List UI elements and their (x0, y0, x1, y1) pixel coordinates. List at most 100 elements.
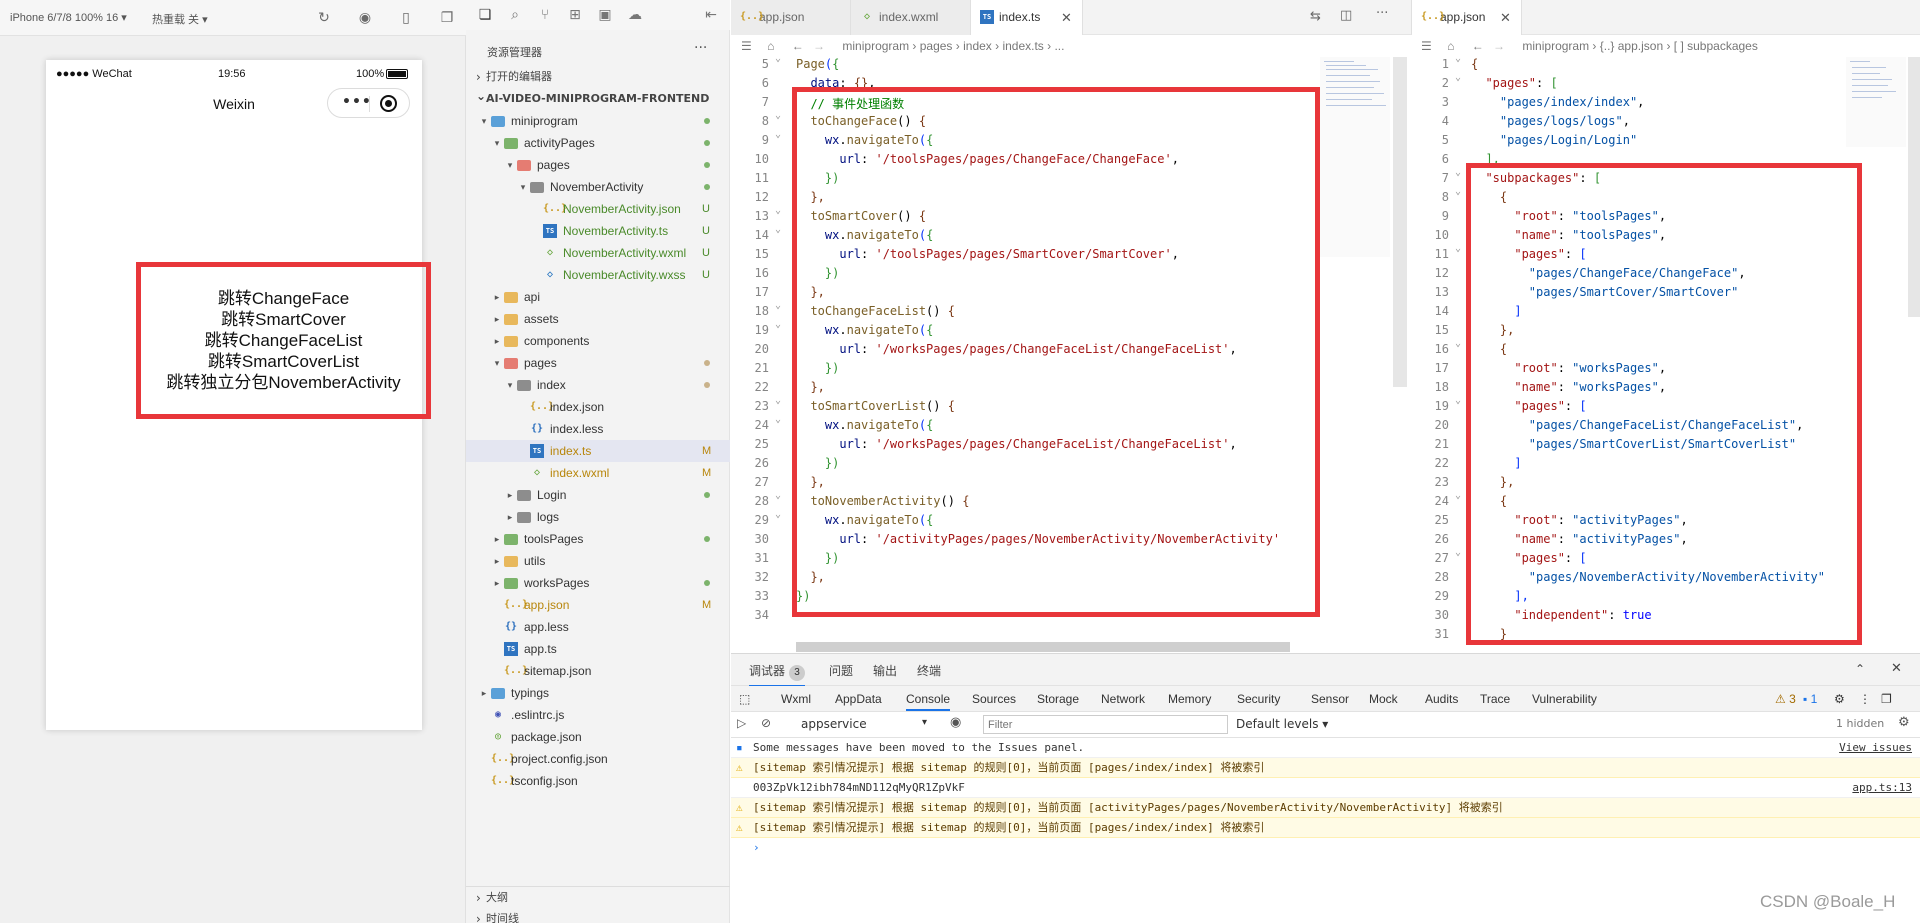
clear-console-icon[interactable]: ⊘ (761, 716, 771, 730)
tree-file[interactable]: {} app.less (466, 616, 730, 638)
forward-icon[interactable]: → (1493, 39, 1505, 53)
tree-folder[interactable]: ▸ api (466, 286, 730, 308)
fold-chevron-icon[interactable]: ⌄ (1455, 490, 1461, 501)
panel-tab-mock[interactable]: Mock (1369, 692, 1398, 706)
stop-icon[interactable]: ◉ (355, 8, 375, 28)
devtools-top-tab[interactable]: 问题 (829, 662, 853, 679)
tree-folder[interactable]: ▾ NovemberActivity (466, 176, 730, 198)
chevron-right-icon[interactable]: ▸ (492, 550, 502, 572)
open-editors-section[interactable]: 打开的编辑器 (466, 66, 730, 88)
tree-file[interactable]: {..} tsconfig.json (466, 770, 730, 792)
link-change-face[interactable]: 跳转ChangeFace (141, 288, 426, 309)
editor2-minimap[interactable] (1846, 57, 1906, 147)
window-icon[interactable]: ❐ (437, 8, 457, 28)
fold-chevron-icon[interactable]: ⌄ (1455, 57, 1461, 64)
bookmark-icon[interactable]: ⌂ (1447, 39, 1454, 53)
tree-file[interactable]: {..} sitemap.json (466, 660, 730, 682)
extensions-icon[interactable]: ⊞ (566, 6, 584, 24)
panel-tab-trace[interactable]: Trace (1480, 692, 1510, 706)
editor1-minimap[interactable] (1320, 57, 1390, 257)
link-smart-cover-list[interactable]: 跳转SmartCoverList (141, 351, 426, 372)
close-circle-icon[interactable] (380, 95, 397, 112)
panel-tab-network[interactable]: Network (1101, 692, 1145, 706)
panel-tab-appdata[interactable]: AppData (835, 692, 882, 706)
devtools-top-tab[interactable]: 调试器 3 (749, 662, 806, 687)
refresh-icon[interactable]: ↻ (314, 8, 334, 28)
editor1-hscrollbar[interactable] (796, 642, 1290, 652)
panel-tab-storage[interactable]: Storage (1037, 692, 1079, 706)
panel-tab-sources[interactable]: Sources (972, 692, 1016, 706)
outline-section[interactable]: 大纲 (466, 886, 730, 909)
tree-file[interactable]: ◇ NovemberActivity.wxss U (466, 264, 730, 286)
bookmark-icon[interactable]: ⌂ (767, 39, 774, 53)
info-count[interactable]: ▪ 1 (1803, 692, 1817, 706)
tree-file[interactable]: {..} index.json (466, 396, 730, 418)
chevron-down-icon[interactable]: ▾ (505, 154, 515, 176)
console-source-link[interactable]: app.ts:13 (1852, 778, 1912, 798)
chevron-right-icon[interactable]: ▸ (505, 506, 515, 528)
chevron-down-icon[interactable]: ▾ (479, 110, 489, 132)
sidebar-toggle-icon[interactable]: ▷ (737, 716, 746, 730)
chevron-down-icon[interactable]: ▾ (518, 176, 528, 198)
kebab-menu-icon[interactable]: ⋮ (1859, 692, 1871, 706)
panel-tab-memory[interactable]: Memory (1168, 692, 1211, 706)
timeline-section[interactable]: 时间线 (466, 908, 730, 923)
tree-file[interactable]: ◇ index.wxml M (466, 462, 730, 484)
fold-chevron-icon[interactable]: ⌄ (1455, 72, 1461, 83)
panel-tab-wxml[interactable]: Wxml (781, 692, 811, 706)
search-icon[interactable]: ⌕ (506, 6, 524, 24)
chevron-right-icon[interactable]: ▸ (492, 572, 502, 594)
editor2-scrollbar[interactable] (1908, 57, 1920, 317)
debug-icon[interactable]: ▣ (596, 6, 614, 24)
device-select[interactable]: iPhone 6/7/8 100% 16 ▾ (10, 11, 127, 24)
split-editor-icon[interactable]: ◫ (1340, 8, 1352, 23)
forward-icon[interactable]: → (813, 39, 825, 53)
chevron-right-icon[interactable]: ▸ (479, 682, 489, 704)
tree-folder[interactable]: ▸ worksPages (466, 572, 730, 594)
chevron-right-icon[interactable]: ▸ (492, 330, 502, 352)
editor-tab[interactable]: {..} app.json ✕ (1412, 0, 1522, 35)
tree-file[interactable]: ◉ .eslintrc.js (466, 704, 730, 726)
fold-chevron-icon[interactable]: ⌄ (775, 319, 781, 330)
tree-file[interactable]: ◇ NovemberActivity.wxml U (466, 242, 730, 264)
maximize-panel-icon[interactable]: ⌃ (1855, 662, 1865, 676)
hotreload-select[interactable]: 热重载 关 ▾ (152, 11, 208, 27)
collapse-icon[interactable]: ⇤ (702, 6, 720, 24)
breadcrumb-path[interactable]: miniprogram › {..} app.json › [ ] subpac… (1522, 39, 1757, 53)
chevron-right-icon[interactable]: ▸ (492, 528, 502, 550)
list-icon[interactable]: ☰ (741, 39, 752, 53)
tree-folder[interactable]: ▾ pages (466, 352, 730, 374)
chevron-down-icon[interactable]: ▾ (492, 352, 502, 374)
phone-icon[interactable]: ▯ (396, 8, 416, 28)
compare-icon[interactable]: ⇆ (1310, 9, 1321, 24)
console-settings-icon[interactable]: ⚙ (1898, 715, 1910, 730)
tree-folder[interactable]: ▸ logs (466, 506, 730, 528)
fold-chevron-icon[interactable]: ⌄ (775, 300, 781, 311)
fold-chevron-icon[interactable]: ⌄ (1455, 395, 1461, 406)
link-smart-cover[interactable]: 跳转SmartCover (141, 309, 426, 330)
capsule-menu[interactable]: ••• (327, 88, 410, 118)
back-icon[interactable]: ← (1472, 39, 1484, 53)
fold-chevron-icon[interactable]: ⌄ (775, 395, 781, 406)
link-november-activity[interactable]: 跳转独立分包NovemberActivity (141, 372, 426, 393)
console-source-link[interactable]: View issues (1839, 738, 1912, 758)
inspect-icon[interactable]: ⬚ (739, 692, 750, 706)
fold-chevron-icon[interactable]: ⌄ (775, 509, 781, 520)
files-icon[interactable]: ❏ (476, 6, 494, 24)
tree-file[interactable]: {..} app.json M (466, 594, 730, 616)
editor-tab[interactable]: TS index.ts ✕ (971, 0, 1083, 35)
close-panel-icon[interactable]: ✕ (1891, 661, 1902, 676)
tree-folder[interactable]: ▾ pages (466, 154, 730, 176)
tree-file[interactable]: {..} project.config.json (466, 748, 730, 770)
list-icon[interactable]: ☰ (1421, 39, 1432, 53)
devtools-top-tab[interactable]: 终端 (917, 662, 941, 679)
tree-file[interactable]: TS NovemberActivity.ts U (466, 220, 730, 242)
fold-chevron-icon[interactable]: ⌄ (775, 110, 781, 121)
tree-file[interactable]: ◎ package.json (466, 726, 730, 748)
tree-folder[interactable]: ▾ activityPages (466, 132, 730, 154)
undock-icon[interactable]: ❐ (1881, 692, 1892, 706)
panel-tab-sensor[interactable]: Sensor (1311, 692, 1349, 706)
panel-tab-console[interactable]: Console (906, 692, 951, 711)
panel-tab-vulnerability[interactable]: Vulnerability (1532, 692, 1597, 706)
tree-folder[interactable]: ▸ toolsPages (466, 528, 730, 550)
